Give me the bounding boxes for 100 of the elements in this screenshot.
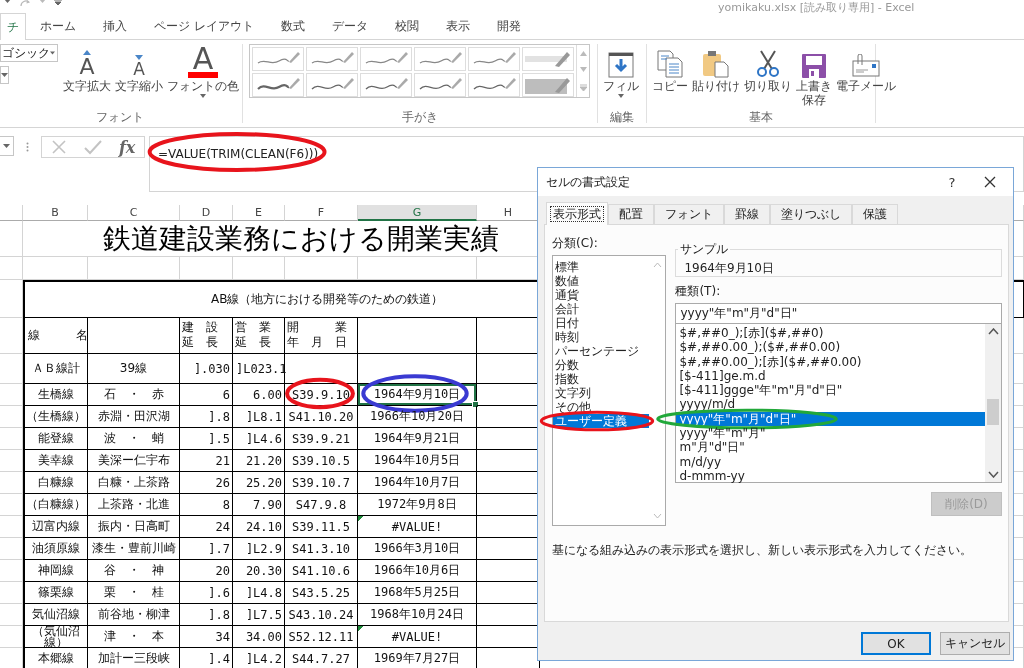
pen-style-swatch[interactable] <box>360 73 412 97</box>
row-header[interactable] <box>0 280 23 318</box>
ribbon-tab[interactable]: ホーム <box>27 13 89 39</box>
format-item[interactable]: [$-411]ggge"年"m"月"d"日" <box>676 383 985 398</box>
ribbon-tab[interactable]: 数式 <box>267 13 318 39</box>
format-item[interactable]: d-mmm-yy <box>676 468 985 484</box>
ribbon-tab[interactable]: 挿入 <box>90 13 140 39</box>
scroll-up-icon[interactable] <box>987 328 999 335</box>
column-header[interactable]: E <box>233 205 285 221</box>
ok-button[interactable]: OK <box>861 632 931 655</box>
dialog-tab[interactable]: 塗りつぶし <box>770 204 852 224</box>
column-header[interactable]: G <box>358 205 477 221</box>
ribbon-tab[interactable]: ページ レイアウト <box>141 13 267 39</box>
copy-button[interactable]: コピー <box>651 44 689 93</box>
row-header[interactable] <box>0 257 23 280</box>
row-header[interactable] <box>0 538 23 560</box>
format-item[interactable]: $#,##0.00_);($#,##0.00) <box>676 340 985 355</box>
row-header[interactable] <box>0 221 23 257</box>
pen-style-swatch[interactable] <box>468 73 520 97</box>
name-box-dropdown[interactable] <box>0 136 14 156</box>
row-header[interactable] <box>0 560 23 582</box>
row-header[interactable] <box>0 406 23 428</box>
ribbon-tab[interactable]: 表示 <box>432 13 483 39</box>
column-header[interactable]: B <box>23 205 88 221</box>
cancel-icon[interactable] <box>50 139 67 155</box>
category-item[interactable]: 分数 <box>553 358 649 372</box>
row-header[interactable] <box>0 582 23 604</box>
pen-style-swatch[interactable] <box>252 73 304 97</box>
font-name-field[interactable]: ゴシック <box>0 44 58 62</box>
pen-style-swatch[interactable] <box>414 73 466 97</box>
format-item[interactable]: yyyy"年"m"月" <box>676 426 985 441</box>
row-header[interactable] <box>0 384 23 406</box>
row-header[interactable] <box>0 428 23 450</box>
dialog-tab[interactable]: 配置 <box>608 204 654 224</box>
row-header[interactable] <box>0 494 23 516</box>
font-size-dropdown[interactable] <box>0 66 9 84</box>
dialog-tab[interactable]: フォント <box>654 204 724 224</box>
pen-style-swatch[interactable] <box>306 47 358 71</box>
table-cell: S44.7.27 <box>292 651 350 666</box>
category-item[interactable]: 文字列 <box>553 386 649 400</box>
category-item[interactable]: 日付 <box>553 316 649 330</box>
format-item[interactable]: yyyy/m/d <box>676 397 985 412</box>
row-header[interactable] <box>0 516 23 538</box>
fill-button[interactable]: フィル <box>602 44 640 98</box>
grow-font-button[interactable]: A 文字拡大 <box>62 44 112 93</box>
pen-style-swatch[interactable] <box>252 47 304 71</box>
pen-style-swatch[interactable] <box>360 47 412 71</box>
paste-button[interactable]: 貼り付け <box>691 44 741 93</box>
category-item[interactable]: 時刻 <box>553 330 649 344</box>
ribbon-tab[interactable]: 校閲 <box>381 13 432 39</box>
caret-icon[interactable] <box>4 0 11 4</box>
scroll-down-icon[interactable] <box>987 471 999 478</box>
row-header[interactable] <box>0 318 23 354</box>
font-color-button[interactable]: A フォントの色 <box>166 44 240 98</box>
format-item[interactable]: [$-411]ge.m.d <box>676 368 985 384</box>
format-item[interactable]: $#,##0.00_);[赤]($#,##0.00) <box>676 354 985 369</box>
category-item[interactable]: パーセンテージ <box>553 344 649 358</box>
column-header[interactable]: C <box>88 205 180 221</box>
pen-style-swatch[interactable] <box>414 47 466 71</box>
redo-icon[interactable] <box>19 0 31 7</box>
customize-icon[interactable] <box>54 0 62 6</box>
email-button[interactable]: 電子メール <box>835 44 897 93</box>
ribbon-tab[interactable]: 開発 <box>483 13 534 39</box>
row-header[interactable] <box>0 354 23 384</box>
type-input-field[interactable]: yyyy"年"m"月"d"日" <box>675 303 1002 324</box>
category-item[interactable]: 通貨 <box>553 288 649 302</box>
category-item[interactable]: その他 <box>553 400 649 414</box>
ribbon-tab[interactable]: チ <box>0 13 26 40</box>
category-item[interactable]: 数値 <box>553 274 649 288</box>
dialog-tab[interactable]: 保護 <box>852 204 898 224</box>
column-header[interactable]: D <box>180 205 233 221</box>
category-item[interactable]: 指数 <box>553 372 649 386</box>
row-header[interactable] <box>0 604 23 626</box>
column-heading: 建 設 延 長 <box>182 320 218 351</box>
select-all-corner[interactable] <box>0 205 23 221</box>
check-icon[interactable] <box>83 139 102 155</box>
format-item[interactable]: $#,##0_);[赤]($#,##0) <box>676 326 985 341</box>
pen-style-swatch[interactable] <box>468 47 520 71</box>
pen-style-swatch[interactable] <box>522 73 574 97</box>
pen-style-swatch[interactable] <box>522 47 574 71</box>
row-header[interactable] <box>0 626 23 648</box>
cancel-button[interactable]: キャンセル <box>940 632 1010 655</box>
shrink-font-button[interactable]: A 文字縮小 <box>114 44 164 93</box>
insert-function-button[interactable]: fx <box>118 137 136 157</box>
save-button[interactable]: 上書き 保存 <box>795 44 833 107</box>
row-header[interactable] <box>0 472 23 494</box>
format-item[interactable]: m"月"d"日" <box>676 440 985 455</box>
format-item[interactable]: m/d/yy <box>676 454 985 469</box>
dialog-tab[interactable]: 罫線 <box>724 204 770 224</box>
ribbon-tab[interactable]: データ <box>318 13 381 39</box>
scrollbar-thumb[interactable] <box>987 399 999 425</box>
category-item[interactable]: 会計 <box>553 302 649 316</box>
category-item[interactable]: 標準 <box>553 260 649 274</box>
pen-style-swatch[interactable] <box>306 73 358 97</box>
help-button[interactable]: ? <box>937 173 967 191</box>
more-icon[interactable] <box>579 84 587 92</box>
row-header[interactable] <box>0 450 23 472</box>
table-cell: 20 <box>215 563 230 578</box>
cut-button[interactable]: 切り取り <box>743 44 793 93</box>
dialog-tab[interactable]: 表示形式 <box>546 202 608 225</box>
